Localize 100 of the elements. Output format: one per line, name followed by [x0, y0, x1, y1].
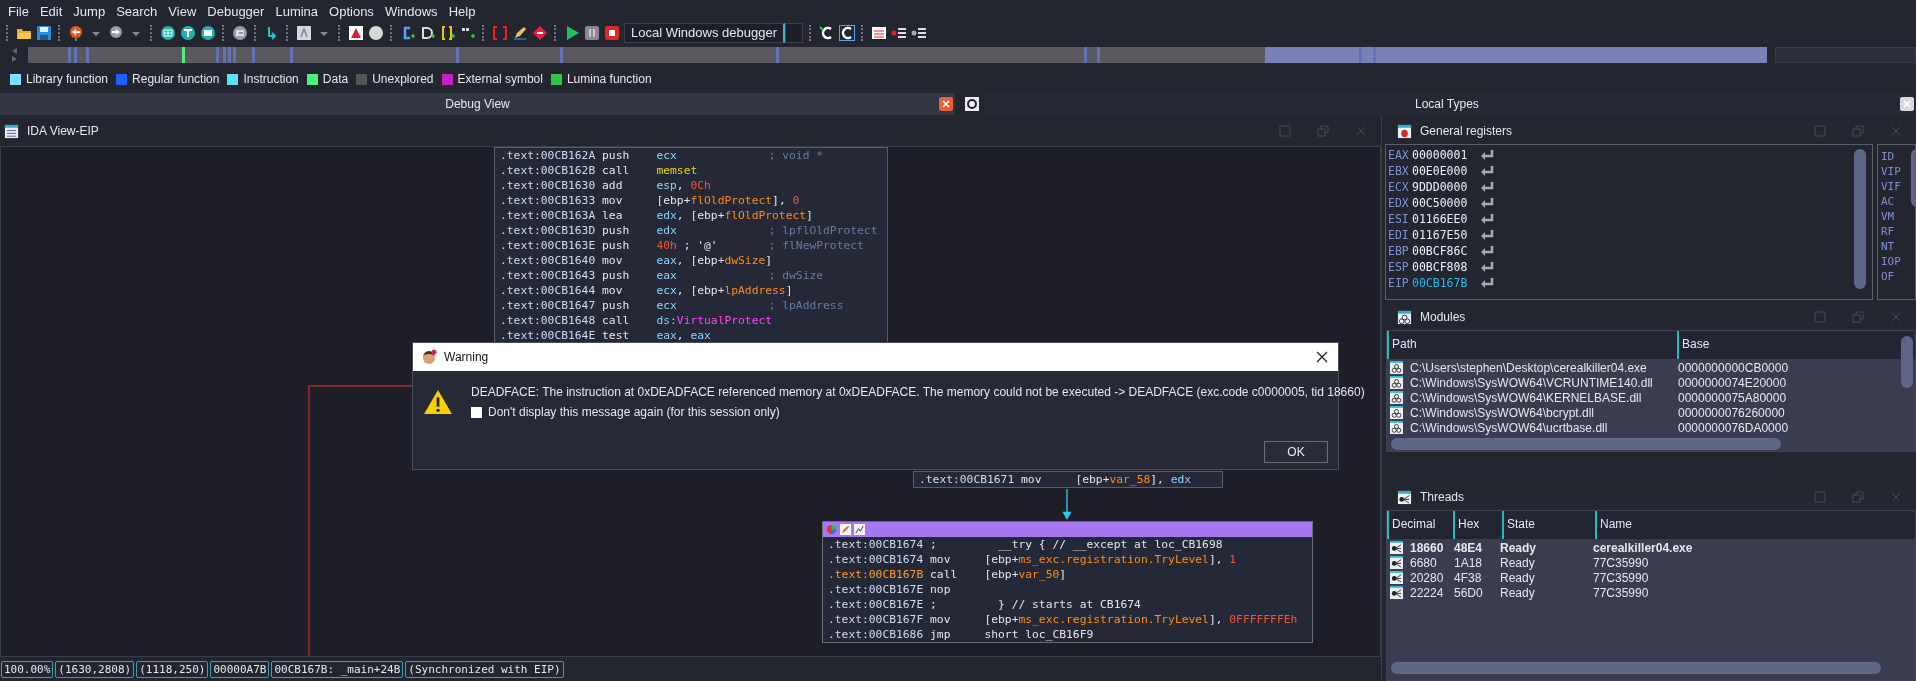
breakpoint-add-icon[interactable] [891, 25, 907, 41]
graph-icon[interactable] [854, 524, 865, 535]
module-row[interactable]: C:\Users\stephen\Desktop\cerealkiller04.exe 0000000000CB0000 [1387, 360, 1915, 375]
register-value[interactable]: 00000001 [1412, 148, 1476, 162]
code-line: .text:00CB1671 mov [ebp+var_58], edx [918, 472, 1193, 487]
return-arrow-icon[interactable] [1480, 261, 1494, 273]
register-value[interactable]: 00BCF808 [1412, 260, 1476, 274]
sphere-icon[interactable] [368, 25, 384, 41]
pencil-icon[interactable] [512, 25, 528, 41]
register-value[interactable]: 00CB167B [1412, 276, 1476, 290]
scrollbar[interactable] [1854, 149, 1866, 289]
flag-name: VIF [1881, 179, 1902, 194]
module-row[interactable]: C:\Windows\SysWOW64\bcrypt.dll 0000000076260000 [1387, 405, 1915, 420]
thread-row[interactable]: 18660 48E4 Ready cerealkiller04.exe [1387, 540, 1915, 555]
column-header[interactable]: Decimal [1387, 511, 1453, 539]
table-cell-text: 0000000076260000 [1678, 405, 1786, 420]
module-row[interactable]: C:\Windows\SysWOW64\KERNELBASE.dll 0000000075A80000 [1387, 390, 1915, 405]
table-cell-text: 22224 [1410, 585, 1445, 600]
save-icon[interactable] [36, 25, 52, 41]
data-add-icon[interactable] [420, 25, 436, 41]
step-over-icon[interactable] [839, 25, 855, 41]
export-icon[interactable] [232, 25, 248, 41]
checkbox-label[interactable]: Don't display this message again (for this session only) [488, 405, 780, 419]
menu-item[interactable]: Edit [35, 3, 70, 19]
text-view-icon[interactable] [180, 25, 196, 41]
triangle-icon[interactable] [348, 25, 364, 41]
breakpoint-list-icon[interactable] [871, 25, 887, 41]
column-header[interactable]: Base [1677, 331, 1827, 359]
code-line: .text:00CB1647 push ecx ; lpAddress [499, 298, 845, 313]
graph-view-icon[interactable] [160, 25, 176, 41]
play-icon[interactable] [564, 25, 580, 41]
menu-item[interactable]: Jump [69, 3, 113, 19]
stop-icon[interactable] [604, 25, 620, 41]
module-icon [1390, 391, 1403, 404]
hex-view-icon[interactable] [200, 25, 216, 41]
code-line: .text:00CB163E push 40h ; '@' ; flNewProtect [499, 238, 865, 253]
return-arrow-icon[interactable] [1480, 277, 1494, 289]
register-value[interactable]: 01166EE0 [1412, 212, 1476, 226]
return-arrow-icon[interactable] [1480, 245, 1494, 257]
table-cell-text: 77C35990 [1593, 555, 1650, 570]
register-value[interactable]: 00C50000 [1412, 196, 1476, 210]
array-icon[interactable] [492, 25, 508, 41]
register-value[interactable]: 00E0E000 [1412, 164, 1476, 178]
register-value[interactable]: 00BCF86C [1412, 244, 1476, 258]
register-name: EDX [1388, 196, 1410, 210]
thread-row[interactable]: 20280 4F38 Ready 77C35990 [1387, 570, 1915, 585]
thread-row[interactable]: 22224 56D0 Ready 77C35990 [1387, 585, 1915, 600]
undefine-icon[interactable] [532, 25, 548, 41]
column-header[interactable]: Hex [1453, 511, 1502, 539]
menu-item[interactable]: Options [325, 3, 381, 19]
register-value[interactable]: 01167E50 [1412, 228, 1476, 242]
module-row[interactable]: C:\Windows\SysWOW64\ucrtbase.dll 0000000076DA0000 [1387, 420, 1915, 435]
thread-row[interactable]: 6680 1A18 Ready 77C35990 [1387, 555, 1915, 570]
menu-item[interactable]: File [4, 3, 36, 19]
pause-icon[interactable] [584, 25, 600, 41]
color-wheel-icon[interactable] [826, 524, 837, 535]
scrollbar[interactable] [1391, 438, 1781, 450]
return-arrow-icon[interactable] [1480, 149, 1494, 161]
return-arrow-icon[interactable] [1480, 229, 1494, 241]
struct-add-icon[interactable] [440, 25, 456, 41]
menu-item[interactable]: Lumina [271, 3, 326, 19]
table-cell-text: C:\Windows\SysWOW64\ucrtbase.dll [1410, 420, 1609, 435]
legend-label: Regular function [132, 72, 220, 86]
checkbox[interactable] [471, 406, 482, 418]
code-line: .text:00CB1640 mov eax, [ebp+dwSize] [499, 253, 774, 268]
return-arrow-icon[interactable] [1480, 165, 1494, 177]
register-value[interactable]: 9DDD0000 [1412, 180, 1476, 194]
table-cell-text: 1A18 [1454, 555, 1484, 570]
menu-item[interactable]: Help [444, 3, 483, 19]
ok-button[interactable]: OK [1264, 441, 1328, 463]
debugger-dropdown[interactable]: Local Windows debugger [624, 23, 785, 43]
return-arrow-icon[interactable] [1480, 213, 1494, 225]
tab-icon[interactable] [965, 97, 979, 111]
code-line: .text:00CB163D push edx ; lpflOldProtect [499, 223, 879, 238]
register-name: EDI [1388, 228, 1410, 242]
close-icon[interactable] [1316, 351, 1328, 363]
text-box-icon[interactable] [296, 25, 312, 41]
return-arrow-icon[interactable] [1480, 197, 1494, 209]
breakpoint-remove-icon[interactable] [911, 25, 927, 41]
string-add-icon[interactable] [460, 25, 476, 41]
scrollbar[interactable] [1901, 336, 1913, 388]
menu-item[interactable]: Windows [380, 3, 445, 19]
menu-item[interactable]: Search [112, 3, 165, 19]
modules-icon [1397, 309, 1412, 325]
module-row[interactable]: C:\Windows\SysWOW64\VCRUNTIME140.dll 0000000074E20000 [1387, 375, 1915, 390]
status-cell: 00CB167B: _main+24B [271, 660, 404, 678]
code-line: .text:00CB164E test eax, eax [499, 328, 712, 343]
column-header[interactable]: Path [1387, 331, 1677, 359]
menu-item[interactable]: Debugger [203, 3, 272, 19]
code-line: .text:00CB1674 mov [ebp+ms_exc.registration.TryLevel], 1 [827, 552, 1238, 567]
module-icon [1390, 406, 1403, 419]
menu-item[interactable]: View [164, 3, 204, 19]
return-arrow-icon[interactable] [1480, 181, 1494, 193]
column-header[interactable]: Name [1595, 511, 1795, 539]
column-header[interactable]: State [1502, 511, 1595, 539]
scrollbar[interactable] [1391, 662, 1881, 674]
table-cell-text: 56D0 [1454, 585, 1484, 600]
table-cell-text: C:\Windows\SysWOW64\bcrypt.dll [1410, 405, 1596, 420]
dialog-title: Warning [444, 350, 489, 364]
flag-name: IOP [1881, 254, 1902, 269]
